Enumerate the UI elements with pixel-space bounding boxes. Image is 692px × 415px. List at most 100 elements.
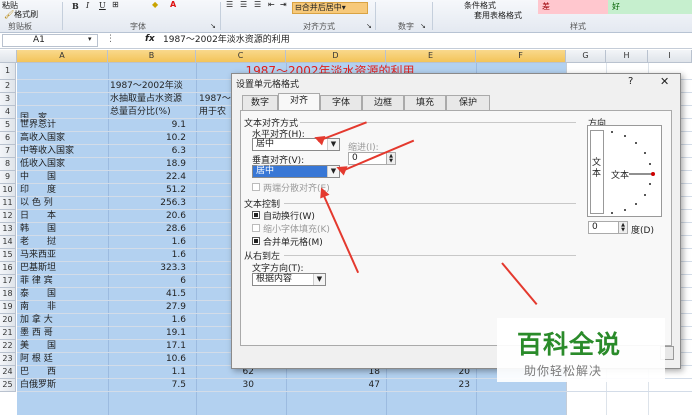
tab-fill[interactable]: 填充 — [404, 95, 446, 110]
tab-protection[interactable]: 保护 — [446, 95, 490, 110]
help-button[interactable]: ? — [628, 76, 633, 87]
cell-country[interactable]: 以 色 列 — [20, 197, 106, 210]
column-header-i[interactable]: I — [648, 50, 692, 63]
fill-color-icon[interactable]: ◆ — [152, 0, 158, 9]
chevron-down-icon[interactable]: ▾ — [88, 35, 92, 43]
row-header[interactable]: 14 — [0, 236, 16, 249]
row-header[interactable]: 20 — [0, 314, 16, 327]
cell-ratio[interactable]: 1.6 — [108, 236, 186, 249]
style-good[interactable]: 好 — [608, 0, 692, 14]
cell-country[interactable]: 墨 西 哥 — [20, 327, 106, 340]
column-header-e[interactable]: E — [386, 50, 476, 63]
cell-country[interactable]: 韩 国 — [20, 223, 106, 236]
cell-ratio[interactable]: 1.1 — [108, 366, 186, 379]
name-box[interactable]: A1 — [2, 34, 98, 47]
cell-ratio[interactable]: 10.2 — [108, 132, 186, 145]
merge-cells-checkbox[interactable] — [252, 237, 260, 245]
row-header[interactable]: 21 — [0, 327, 16, 340]
cell-ratio[interactable]: 17.1 — [108, 340, 186, 353]
row-header[interactable]: 11 — [0, 197, 16, 210]
row-header[interactable]: 2 — [0, 80, 16, 93]
tab-font[interactable]: 字体 — [320, 95, 362, 110]
cell-ratio[interactable]: 9.1 — [108, 119, 186, 132]
cell-country[interactable]: 巴 西 — [20, 366, 106, 379]
number-dialog-launcher-icon[interactable]: ↘ — [420, 22, 426, 30]
align-left-icon[interactable]: ☰ — [226, 0, 233, 9]
row-header[interactable]: 16 — [0, 262, 16, 275]
row-header[interactable]: 22 — [0, 340, 16, 353]
select-all-corner[interactable] — [0, 50, 17, 63]
cell-ratio[interactable]: 1.6 — [108, 249, 186, 262]
italic-button[interactable]: I — [86, 1, 89, 10]
row-header[interactable]: 4 — [0, 106, 16, 119]
row-header[interactable]: 13 — [0, 223, 16, 236]
row-header[interactable]: 23 — [0, 353, 16, 366]
tab-alignment[interactable]: 对齐 — [278, 93, 320, 110]
align-center-icon[interactable]: ☰ — [240, 0, 247, 9]
tab-number[interactable]: 数字 — [242, 95, 278, 110]
cell-country[interactable]: 白俄罗斯 — [20, 379, 106, 392]
format-painter-button[interactable]: 🖌格式刷 — [4, 9, 38, 20]
cell-ratio[interactable]: 51.2 — [108, 184, 186, 197]
cell-country[interactable]: 老 挝 — [20, 236, 106, 249]
cell-country[interactable]: 美 国 — [20, 340, 106, 353]
cell-country[interactable]: 印 度 — [20, 184, 106, 197]
spin-down-icon[interactable]: ▼ — [386, 158, 395, 164]
cell-country[interactable]: 中等收入国家 — [20, 145, 106, 158]
style-bad[interactable]: 差 — [538, 0, 608, 14]
cell-country[interactable]: 低收入国家 — [20, 158, 106, 171]
row-header[interactable]: 18 — [0, 288, 16, 301]
wrap-text-checkbox[interactable] — [252, 211, 260, 219]
font-dialog-launcher-icon[interactable]: ↘ — [210, 22, 216, 30]
shrink-checkbox[interactable] — [252, 224, 260, 232]
cell-ratio[interactable]: 18.9 — [108, 158, 186, 171]
cell-country[interactable]: 高收入国家 — [20, 132, 106, 145]
cell-country[interactable]: 菲 律 宾 — [20, 275, 106, 288]
cell-ratio[interactable]: 20.6 — [108, 210, 186, 223]
border-icon[interactable]: ⊞ — [112, 0, 119, 9]
row-header[interactable]: 5 — [0, 119, 16, 132]
function-icon[interactable]: fx — [145, 34, 155, 44]
font-color-icon[interactable]: A — [170, 0, 176, 9]
spin-down-icon[interactable]: ▼ — [618, 227, 627, 233]
column-header-d[interactable]: D — [286, 50, 386, 63]
cell-ratio[interactable]: 22.4 — [108, 171, 186, 184]
row-header[interactable]: 25 — [0, 379, 16, 392]
cell-ratio[interactable]: 41.5 — [108, 288, 186, 301]
row-header[interactable]: 15 — [0, 249, 16, 262]
vertical-align-select[interactable]: 居中 ▼ — [252, 165, 340, 178]
row-header[interactable]: 17 — [0, 275, 16, 288]
cell-country[interactable]: 巴基斯坦 — [20, 262, 106, 275]
cell-country[interactable]: 加 拿 大 — [20, 314, 106, 327]
bold-button[interactable]: B — [72, 1, 79, 11]
chevron-down-icon[interactable]: ▼ — [327, 139, 339, 150]
cell-ratio[interactable]: 323.3 — [108, 262, 186, 275]
cell-country[interactable]: 南 非 — [20, 301, 106, 314]
cell-ratio[interactable]: 10.6 — [108, 353, 186, 366]
align-right-icon[interactable]: ☰ — [254, 0, 261, 9]
row-header[interactable]: 7 — [0, 145, 16, 158]
row-header[interactable]: 8 — [0, 158, 16, 171]
distributed-checkbox[interactable] — [252, 183, 260, 191]
text-direction-select[interactable]: 根据内容 ▼ — [252, 273, 326, 286]
column-header-g[interactable]: G — [566, 50, 606, 63]
row-header[interactable]: 6 — [0, 132, 16, 145]
orientation-widget[interactable]: 文本 文本 — [587, 125, 662, 217]
merge-center-button[interactable]: ⊟合并后居中▾ — [292, 2, 368, 14]
cell-ratio[interactable]: 256.3 — [108, 197, 186, 210]
cell-country[interactable]: 马来西亚 — [20, 249, 106, 262]
cell-country[interactable]: 中 国 — [20, 171, 106, 184]
row-header[interactable]: 3 — [0, 93, 16, 106]
column-header-b[interactable]: B — [108, 50, 196, 63]
row-header[interactable]: 24 — [0, 366, 16, 379]
cell-industry[interactable]: 47 — [286, 379, 380, 392]
degree-stepper[interactable]: 0 ▲ ▼ — [588, 221, 628, 234]
cell-ratio[interactable]: 19.1 — [108, 327, 186, 340]
outdent-icon[interactable]: ⇥ — [280, 0, 287, 9]
column-header-a[interactable]: A — [17, 50, 108, 63]
indent-icon[interactable]: ⇤ — [268, 0, 275, 9]
column-header-c[interactable]: C — [196, 50, 286, 63]
align-dialog-launcher-icon[interactable]: ↘ — [366, 22, 372, 30]
cell-ratio[interactable]: 7.5 — [108, 379, 186, 392]
cell-agri[interactable]: 30 — [196, 379, 254, 392]
